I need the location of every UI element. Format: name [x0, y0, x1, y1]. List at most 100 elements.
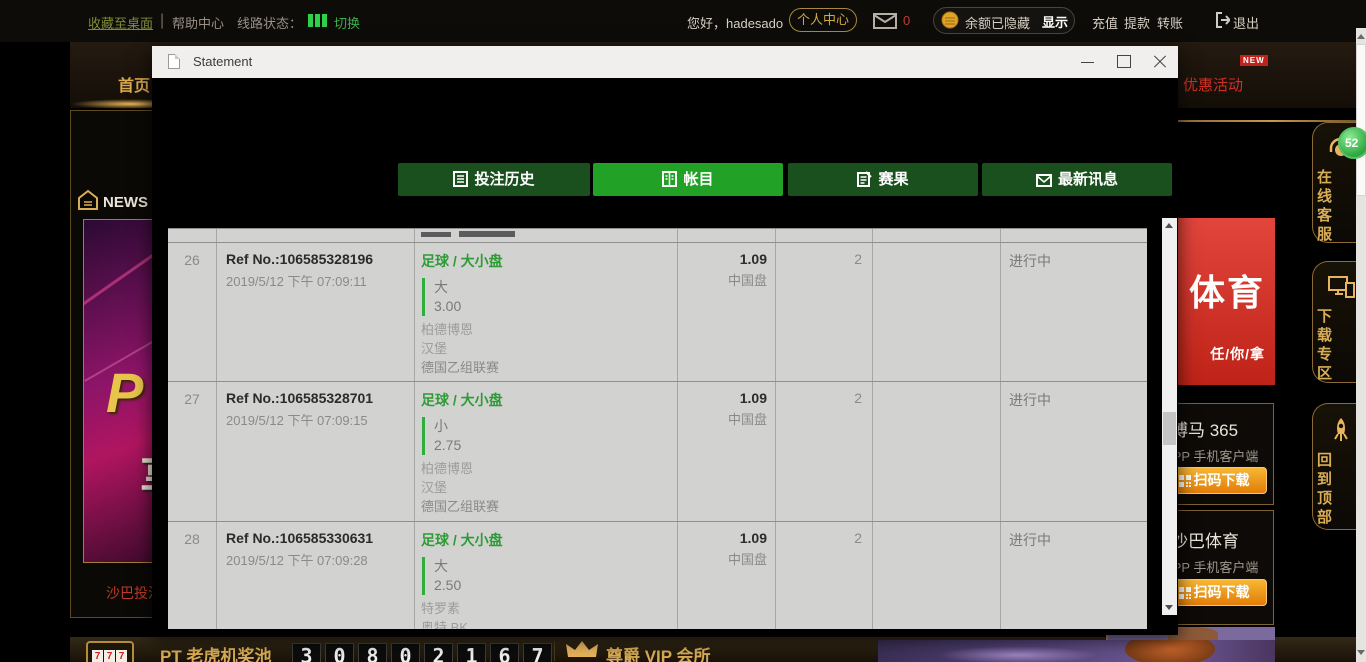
- minimize-button[interactable]: [1070, 46, 1106, 78]
- table-row: 27 Ref No.:106585328701 2019/5/12 下午 07:…: [168, 382, 1147, 522]
- personal-center-button[interactable]: 个人中心: [789, 8, 857, 32]
- tab-results[interactable]: 赛果: [788, 163, 978, 196]
- clipped-text-fragment: [459, 231, 515, 237]
- tab-statement[interactable]: 帐目: [593, 163, 783, 196]
- home-team: 特罗素: [421, 599, 671, 618]
- banner-decoration: [938, 646, 1098, 662]
- jackpot-label: PT 老虎机奖池: [160, 642, 271, 662]
- bet-pick: 大: [434, 278, 671, 297]
- screen: 收藏至桌面 | 帮助中心 线路状态： 切换 您好，hadesado 个人中心 0…: [0, 0, 1366, 662]
- odds-value: 1.09: [678, 251, 767, 267]
- divider: [554, 641, 555, 661]
- withdraw-link[interactable]: 提款: [1124, 13, 1150, 32]
- slot-machine-icon: 777: [86, 641, 134, 662]
- logout-icon[interactable]: [1216, 12, 1230, 28]
- odds-type: 中国盘: [678, 549, 767, 568]
- greeting-text: 您好，hadesado: [687, 13, 783, 32]
- scroll-up-arrow[interactable]: [1357, 34, 1365, 39]
- close-button[interactable]: [1142, 46, 1178, 78]
- stake-amount: 2: [776, 522, 873, 629]
- divider: |: [160, 12, 164, 30]
- banner-letter: P: [106, 360, 143, 425]
- table-scrollbar-thumb[interactable]: [1163, 412, 1176, 445]
- stake-amount: 2: [776, 382, 873, 521]
- jackpot-digit: 0: [325, 643, 354, 662]
- empty-cell: [873, 382, 1001, 521]
- ledger-icon: [662, 171, 677, 187]
- page-scrollbar[interactable]: [1356, 28, 1366, 662]
- jackpot-digit: 3: [292, 643, 321, 662]
- row-index: 28: [168, 522, 217, 629]
- empty-cell: [873, 243, 1001, 381]
- scroll-down-arrow[interactable]: [1165, 605, 1173, 610]
- game-promo-banner[interactable]: [878, 640, 1275, 662]
- app-subtitle: APP 手机客户端: [1164, 557, 1258, 576]
- signal-bars-icon: [308, 14, 329, 32]
- jackpot-digit: 2: [424, 643, 453, 662]
- jackpot-digit: 6: [490, 643, 519, 662]
- qr-code-icon: [1179, 475, 1191, 487]
- bet-market: 足球 / 大小盘: [421, 530, 671, 550]
- bet-line: 3.00: [434, 297, 671, 316]
- page-scrollbar-thumb[interactable]: [1356, 44, 1366, 196]
- sidebar-item-label: 在线客服: [1313, 169, 1334, 245]
- scroll-up-arrow[interactable]: [1165, 223, 1173, 228]
- app-name: 博马 365: [1171, 416, 1238, 441]
- logout-link[interactable]: 退出: [1233, 13, 1259, 32]
- home-team: 柏德博恩: [421, 459, 671, 478]
- away-team: 奥特 BK: [421, 618, 671, 629]
- bet-market: 足球 / 大小盘: [421, 390, 671, 410]
- bet-timestamp: 2019/5/12 下午 07:09:28: [226, 550, 406, 569]
- window-titlebar[interactable]: Statement: [152, 46, 1178, 78]
- bet-selection: 小 2.75: [422, 417, 671, 455]
- app-name: 沙巴体育: [1171, 527, 1239, 552]
- favorite-link[interactable]: 收藏至桌面: [88, 13, 153, 32]
- bet-market: 足球 / 大小盘: [421, 251, 671, 271]
- window-title: Statement: [193, 54, 252, 69]
- clipped-text-fragment: [421, 232, 451, 237]
- sidebar-item-label: 回到顶部: [1313, 452, 1334, 528]
- tab-bet-history[interactable]: 投注历史: [398, 163, 590, 196]
- help-center-link[interactable]: 帮助中心: [172, 13, 224, 32]
- table-row: 28 Ref No.:106585330631 2019/5/12 下午 07:…: [168, 522, 1147, 629]
- promo-banner-image[interactable]: P 享: [83, 219, 160, 563]
- table-scrollbar[interactable]: [1162, 218, 1177, 615]
- balance-hidden-label: 余额已隐藏: [965, 13, 1030, 32]
- tab-latest-news[interactable]: 最新讯息: [982, 163, 1172, 196]
- banner-decoration: [83, 219, 160, 309]
- transfer-link[interactable]: 转账: [1157, 13, 1183, 32]
- ref-number: Ref No.:106585330631: [226, 530, 406, 546]
- home-team: 柏德博恩: [421, 320, 671, 339]
- document-icon: [168, 54, 180, 69]
- deposit-link[interactable]: 充值: [1092, 13, 1118, 32]
- match-teams: 柏德博恩 汉堡 德国乙组联赛: [421, 320, 671, 377]
- mail-icon[interactable]: [873, 13, 897, 29]
- top-user-bar: 收藏至桌面 | 帮助中心 线路状态： 切换 您好，hadesado 个人中心 0…: [0, 0, 1366, 42]
- service-count-badge[interactable]: 52: [1338, 127, 1366, 159]
- scroll-down-arrow[interactable]: [1357, 650, 1365, 655]
- sports-banner-title: 体育: [1189, 264, 1265, 316]
- jackpot-digit: 0: [391, 643, 420, 662]
- crown-icon: [565, 640, 599, 660]
- nav-home-link[interactable]: 首页: [118, 72, 150, 96]
- bet-pick: 小: [434, 417, 671, 436]
- switch-line-link[interactable]: 切换: [334, 13, 360, 32]
- bet-selection: 大 2.50: [422, 557, 671, 595]
- message-icon: [1036, 174, 1052, 187]
- nav-promotions-link[interactable]: 优惠活动: [1183, 74, 1243, 95]
- rocket-icon: [1330, 417, 1352, 443]
- odds-value: 1.09: [678, 530, 767, 546]
- bet-timestamp: 2019/5/12 下午 07:09:15: [226, 410, 406, 429]
- results-icon: [857, 171, 872, 187]
- balance-pill[interactable]: 余额已隐藏 显示: [933, 7, 1075, 34]
- show-balance-button[interactable]: 显示: [1042, 12, 1068, 31]
- sidebar-item-label: 下载专区: [1313, 308, 1334, 384]
- statement-table: 26 Ref No.:106585328196 2019/5/12 下午 07:…: [168, 228, 1147, 629]
- maximize-button[interactable]: [1106, 46, 1142, 78]
- empty-cell: [873, 522, 1001, 629]
- announcement-icon: [77, 189, 99, 211]
- match-teams: 特罗素 奥特 BK: [421, 599, 671, 629]
- left-news-panel: NEWS 公告 P 享 沙巴投注: [70, 110, 160, 618]
- app-subtitle: APP 手机客户端: [1164, 446, 1258, 465]
- league-name: 德国乙组联赛: [421, 497, 671, 516]
